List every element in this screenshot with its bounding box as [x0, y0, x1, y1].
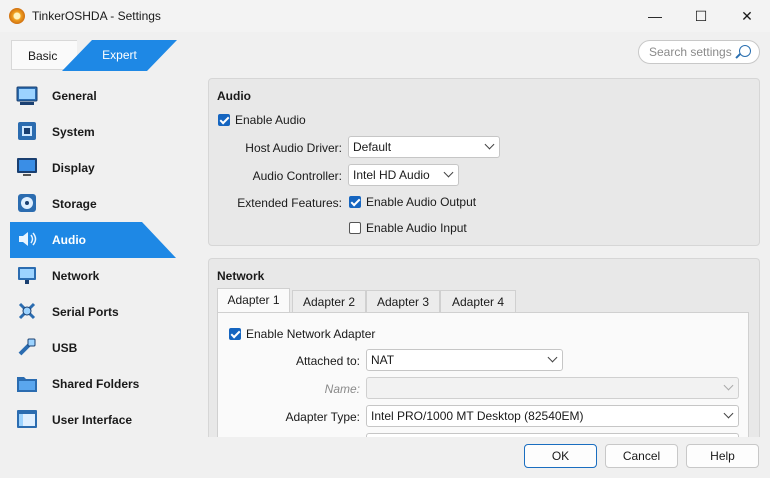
sidebar-item-serial-ports[interactable]: Serial Ports	[10, 294, 178, 330]
network-icon	[18, 267, 36, 284]
enable-audio-checkbox[interactable]	[218, 114, 230, 126]
tab-adapter-1[interactable]: Adapter 1	[217, 288, 290, 312]
cancel-button[interactable]: Cancel	[605, 444, 678, 468]
host-audio-driver-value: Default	[353, 140, 392, 154]
title-bar: TinkerOSHDA - Settings — ☐ ✕	[0, 0, 770, 32]
search-input[interactable]	[649, 45, 739, 59]
display-icon	[17, 158, 37, 176]
sidebar-item-label: Display	[52, 161, 95, 175]
sidebar-item-label: USB	[52, 341, 78, 355]
sidebar-item-display[interactable]: Display	[10, 150, 178, 186]
chevron-down-icon	[443, 167, 454, 178]
adapter-type-label: Adapter Type:	[285, 410, 361, 424]
enable-audio-output-checkbox[interactable]	[349, 196, 361, 208]
app-icon	[9, 8, 25, 24]
audio-controller-select[interactable]: Intel HD Audio	[348, 164, 459, 186]
chevron-down-icon	[484, 139, 495, 150]
name-label: Name:	[324, 382, 360, 396]
sidebar-item-usb[interactable]: USB	[10, 330, 178, 366]
basic-mode-tab[interactable]: Basic	[11, 40, 77, 70]
audio-controller-label: Audio Controller:	[252, 169, 342, 183]
attached-to-value: NAT	[371, 353, 395, 367]
sidebar-item-label: Serial Ports	[52, 305, 119, 319]
search-box[interactable]	[638, 40, 760, 64]
enable-network-adapter-checkbox[interactable]	[229, 328, 241, 340]
sidebar-item-label: Audio	[52, 233, 86, 247]
audio-section: Audio Enable Audio Host Audio Driver: De…	[208, 78, 760, 246]
sidebar-item-label: Network	[52, 269, 100, 283]
enable-audio-input-checkbox[interactable]	[349, 222, 361, 234]
adapter-1-page: Enable Network Adapter Attached to: NAT …	[217, 312, 749, 445]
sidebar-item-label: Shared Folders	[52, 377, 140, 391]
sidebar-item-user-interface[interactable]: User Interface	[10, 402, 178, 438]
sidebar-item-label: General	[52, 89, 97, 103]
attached-to-label: Attached to:	[295, 354, 360, 368]
dialog-button-bar: OK Cancel Help	[0, 437, 770, 478]
audio-controller-value: Intel HD Audio	[353, 168, 430, 182]
sidebar-item-network[interactable]: Network	[10, 258, 178, 294]
maximize-button[interactable]: ☐	[678, 0, 724, 32]
tab-adapter-2[interactable]: Adapter 2	[292, 290, 366, 312]
sidebar-item-system[interactable]: System	[10, 114, 178, 150]
sidebar-item-audio[interactable]: Audio	[10, 222, 176, 258]
adapter-type-value: Intel PRO/1000 MT Desktop (82540EM)	[371, 409, 584, 423]
general-icon	[16, 86, 38, 105]
attached-to-select[interactable]: NAT	[366, 349, 563, 371]
chevron-down-icon	[723, 408, 734, 419]
window-title: TinkerOSHDA - Settings	[32, 9, 161, 23]
sidebar-item-storage[interactable]: Storage	[10, 186, 178, 222]
host-audio-driver-label: Host Audio Driver:	[245, 141, 342, 155]
chevron-down-icon	[723, 380, 734, 391]
user-interface-icon	[17, 410, 37, 428]
chevron-down-icon	[547, 352, 558, 363]
sidebar-item-general[interactable]: General	[10, 78, 178, 114]
enable-audio-output-label[interactable]: Enable Audio Output	[366, 195, 476, 209]
close-button[interactable]: ✕	[724, 0, 770, 32]
enable-audio-label[interactable]: Enable Audio	[235, 113, 306, 127]
tab-adapter-3[interactable]: Adapter 3	[366, 290, 440, 312]
enable-audio-input-label[interactable]: Enable Audio Input	[366, 221, 467, 235]
usb-icon	[18, 338, 36, 356]
ok-button[interactable]: OK	[524, 444, 597, 468]
minimize-button[interactable]: —	[632, 0, 678, 32]
name-select	[366, 377, 739, 399]
enable-network-adapter-label[interactable]: Enable Network Adapter	[246, 327, 375, 341]
help-button[interactable]: Help	[686, 444, 759, 468]
extended-features-label: Extended Features:	[237, 196, 342, 210]
system-icon	[18, 122, 36, 140]
settings-sidebar: General System Display Storage Audio Net…	[10, 78, 178, 438]
host-audio-driver-select[interactable]: Default	[348, 136, 500, 158]
sidebar-item-label: User Interface	[52, 413, 133, 427]
sidebar-item-label: Storage	[52, 197, 97, 211]
expert-mode-tab[interactable]: Expert	[62, 40, 177, 71]
tab-adapter-4[interactable]: Adapter 4	[440, 290, 516, 312]
storage-icon	[18, 194, 36, 212]
adapter-type-select[interactable]: Intel PRO/1000 MT Desktop (82540EM)	[366, 405, 739, 427]
audio-icon	[19, 232, 37, 246]
serial-ports-icon	[18, 302, 36, 320]
sidebar-item-shared-folders[interactable]: Shared Folders	[10, 366, 178, 402]
network-section-title: Network	[217, 269, 265, 283]
network-section: Network Adapter 1 Adapter 2 Adapter 3 Ad…	[208, 258, 760, 445]
audio-section-title: Audio	[217, 89, 251, 103]
sidebar-item-label: System	[52, 125, 95, 139]
shared-folders-icon	[17, 377, 37, 392]
search-icon[interactable]	[739, 45, 751, 57]
